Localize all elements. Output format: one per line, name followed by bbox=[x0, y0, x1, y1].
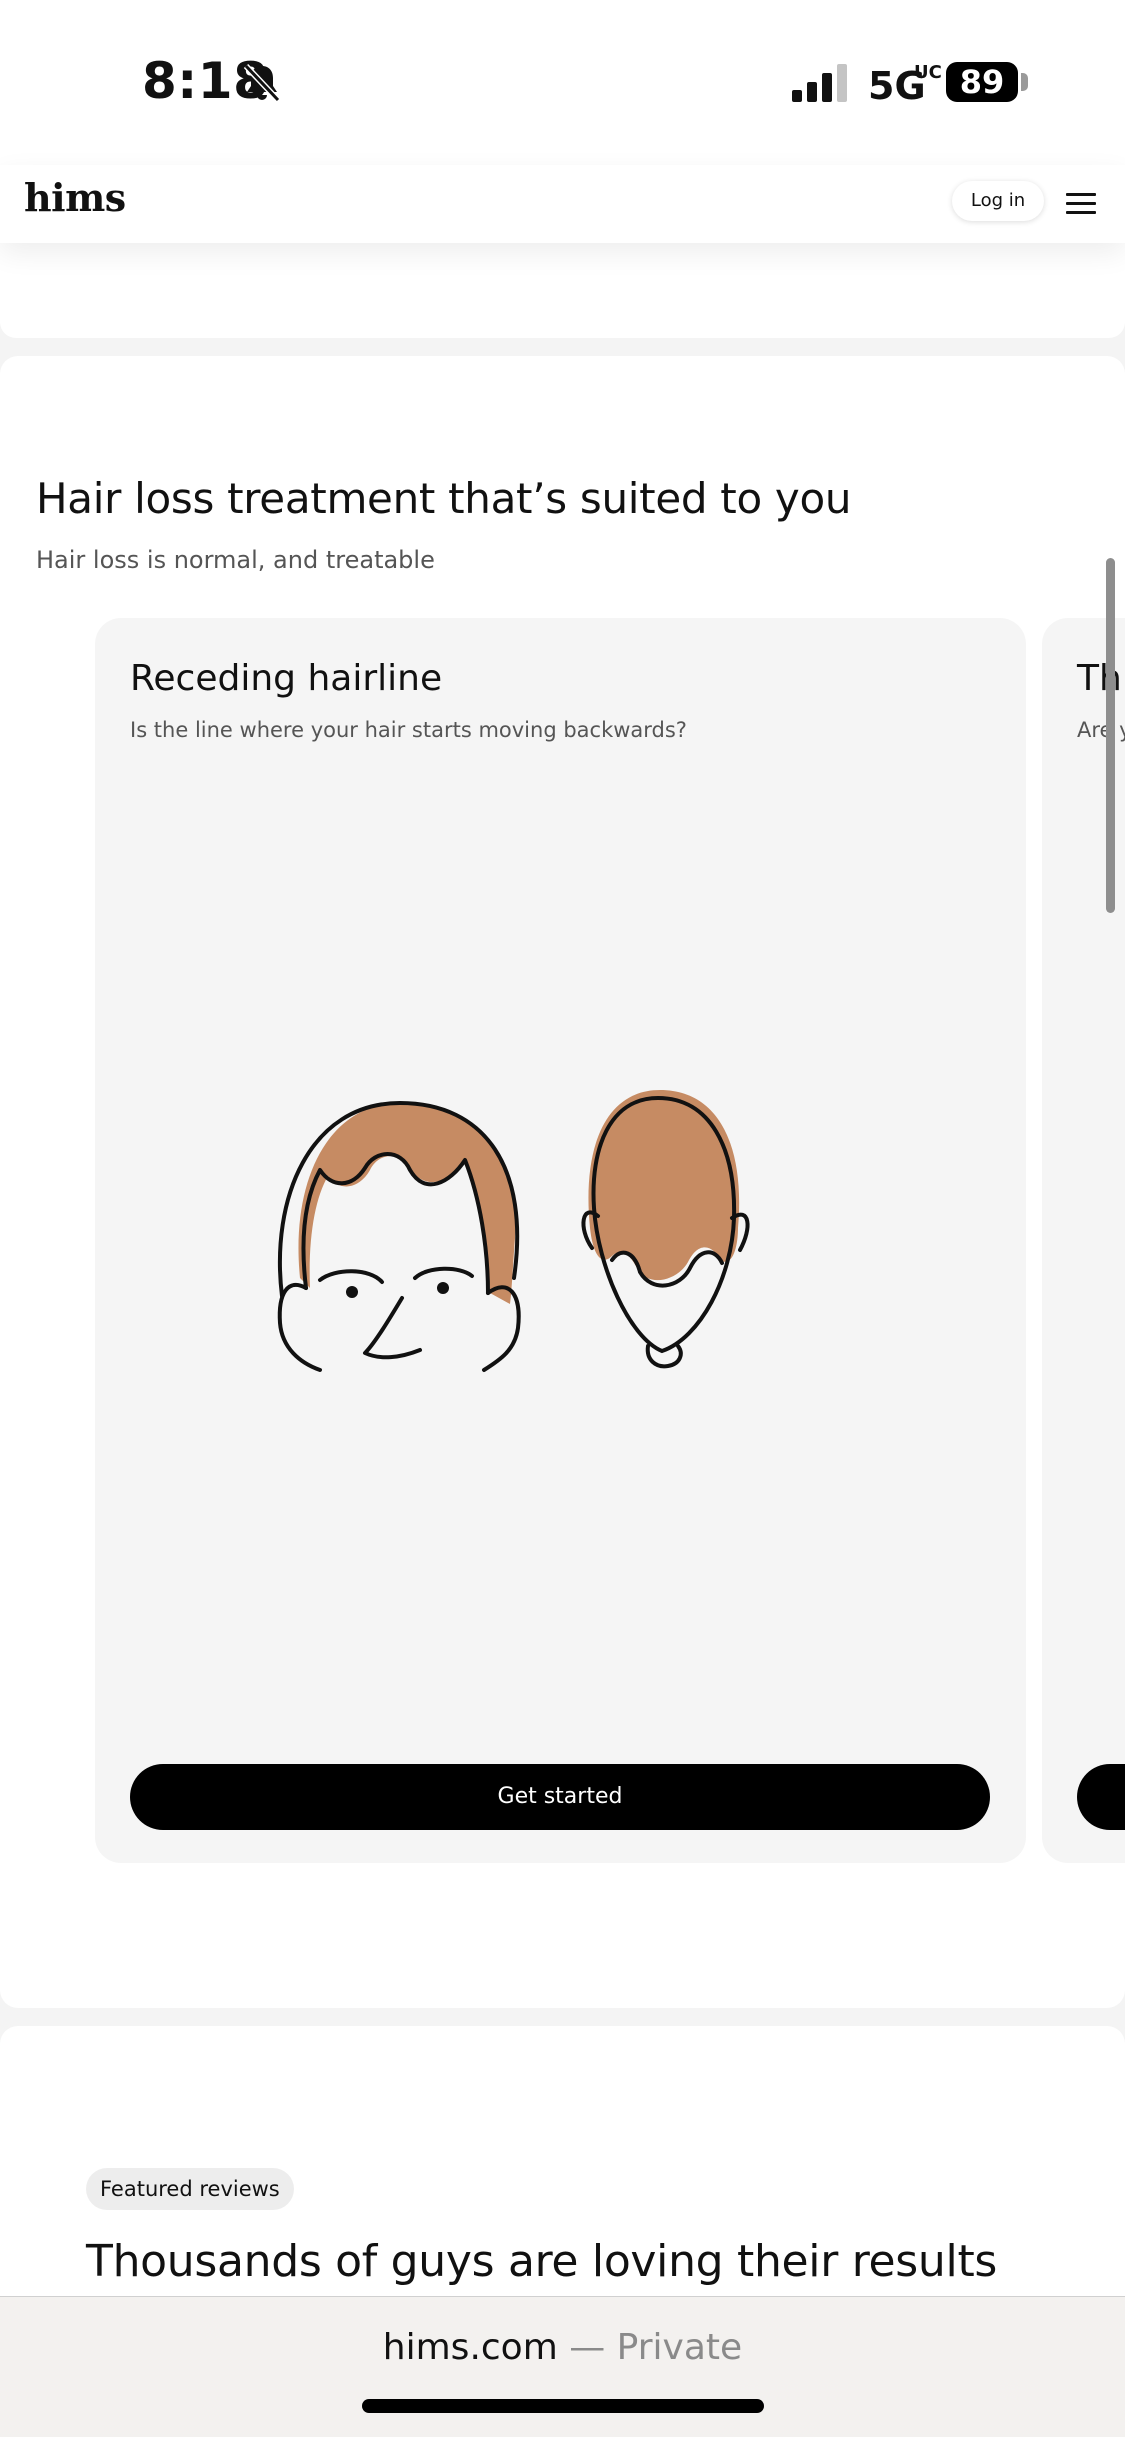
url-display[interactable]: hims.com — Private bbox=[0, 2327, 1125, 2368]
front-head-drawing bbox=[277, 1100, 521, 1372]
next-card-button[interactable] bbox=[1077, 1764, 1125, 1830]
next-card-description: Are y bbox=[1077, 718, 1125, 742]
hims-logo[interactable]: hims bbox=[24, 175, 126, 220]
receding-hairline-card[interactable]: Receding hairline Is the line where your… bbox=[95, 618, 1026, 1863]
url-separator: — bbox=[557, 2327, 617, 2368]
status-bar: 8:18 5G UC 89 bbox=[0, 0, 1125, 165]
treatment-carousel[interactable]: Receding hairline Is the line where your… bbox=[0, 618, 1125, 1868]
signal-icon bbox=[792, 64, 847, 102]
bell-slash-icon bbox=[243, 63, 281, 103]
url-domain: hims.com bbox=[382, 2327, 558, 2368]
reviews-title: Thousands of guys are loving their resul… bbox=[86, 2236, 998, 2287]
top-head-drawing bbox=[581, 1090, 750, 1369]
get-started-button[interactable]: Get started bbox=[130, 1764, 990, 1830]
page-scrollbar[interactable] bbox=[1106, 558, 1115, 913]
battery-level: 89 bbox=[946, 62, 1018, 102]
previous-section-bottom bbox=[0, 243, 1125, 338]
receding-hairline-illustration bbox=[277, 1090, 750, 1372]
private-mode-label: Private bbox=[616, 2327, 743, 2368]
card-description: Is the line where your hair starts movin… bbox=[130, 718, 687, 742]
login-button[interactable]: Log in bbox=[952, 181, 1044, 221]
battery-tip bbox=[1021, 73, 1028, 91]
featured-reviews-badge: Featured reviews bbox=[86, 2168, 294, 2210]
next-card-title: Thi bbox=[1077, 658, 1125, 699]
section-title: Hair loss treatment that’s suited to you bbox=[36, 474, 852, 523]
network-sub-label: UC bbox=[914, 62, 942, 83]
hair-loss-section: Hair loss treatment that’s suited to you… bbox=[0, 356, 1125, 2008]
site-header: hims Log in bbox=[0, 165, 1125, 243]
hamburger-menu-icon[interactable] bbox=[1066, 193, 1096, 215]
section-subtitle: Hair loss is normal, and treatable bbox=[36, 546, 435, 574]
home-indicator[interactable] bbox=[362, 2399, 764, 2413]
card-title: Receding hairline bbox=[130, 658, 443, 699]
browser-address-bar[interactable]: hims.com — Private bbox=[0, 2296, 1125, 2437]
